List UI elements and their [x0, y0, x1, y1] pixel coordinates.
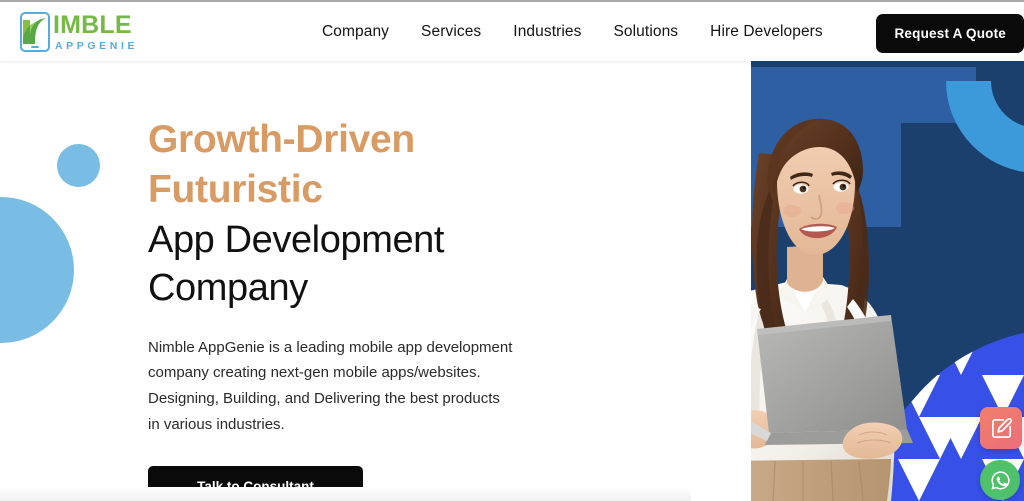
logo-secondary-text: APPGENIE — [55, 39, 139, 52]
hero-headline-main-line1: App Development — [148, 219, 445, 262]
logo-n-icon — [23, 18, 46, 44]
site-logo[interactable]: IMBLE APPGENIE — [18, 10, 138, 54]
whatsapp-icon — [990, 470, 1010, 490]
hero-copy: Growth-Driven Futuristic App Development… — [148, 115, 568, 501]
nav-item-services[interactable]: Services — [405, 23, 497, 41]
edit-pencil-icon — [991, 417, 1012, 438]
nav-item-hire-developers[interactable]: Hire Developers — [694, 23, 839, 41]
hero-section: Growth-Driven Futuristic App Development… — [0, 61, 1024, 501]
browser-top-edge — [0, 0, 1024, 2]
hero-photo-woman-with-laptop — [691, 61, 913, 501]
bottom-gradient-strip — [0, 487, 691, 501]
hero-visual — [691, 61, 1024, 501]
logo-wordmark: IMBLE APPGENIE — [53, 10, 139, 52]
decorative-circle-small — [57, 144, 100, 187]
hero-headline-accent-line2: Futuristic — [148, 167, 323, 211]
logo-primary-text: IMBLE — [53, 10, 132, 39]
hero-paragraph: Nimble AppGenie is a leading mobile app … — [148, 338, 513, 433]
hero-headline-accent-line1: Growth-Driven — [148, 118, 415, 161]
site-header: IMBLE APPGENIE Company Services Industri… — [0, 2, 1024, 61]
nav-item-industries[interactable]: Industries — [497, 23, 597, 41]
logo-mark — [18, 11, 52, 53]
page-root: IMBLE APPGENIE Company Services Industri… — [0, 0, 1024, 501]
hero-headline-main: App Development Company — [148, 216, 568, 313]
request-a-quote-button[interactable]: Request A Quote — [876, 14, 1024, 53]
whatsapp-button[interactable] — [980, 460, 1020, 500]
hero-headline-main-line2: Company — [148, 267, 308, 310]
nav-item-company[interactable]: Company — [306, 23, 405, 41]
nav-item-solutions[interactable]: Solutions — [597, 23, 694, 41]
contact-form-button[interactable] — [980, 407, 1022, 449]
main-navigation: Company Services Industries Solutions Hi… — [306, 2, 839, 61]
decorative-circle-large — [0, 197, 74, 343]
hero-headline-accent: Growth-Driven Futuristic — [148, 115, 568, 214]
